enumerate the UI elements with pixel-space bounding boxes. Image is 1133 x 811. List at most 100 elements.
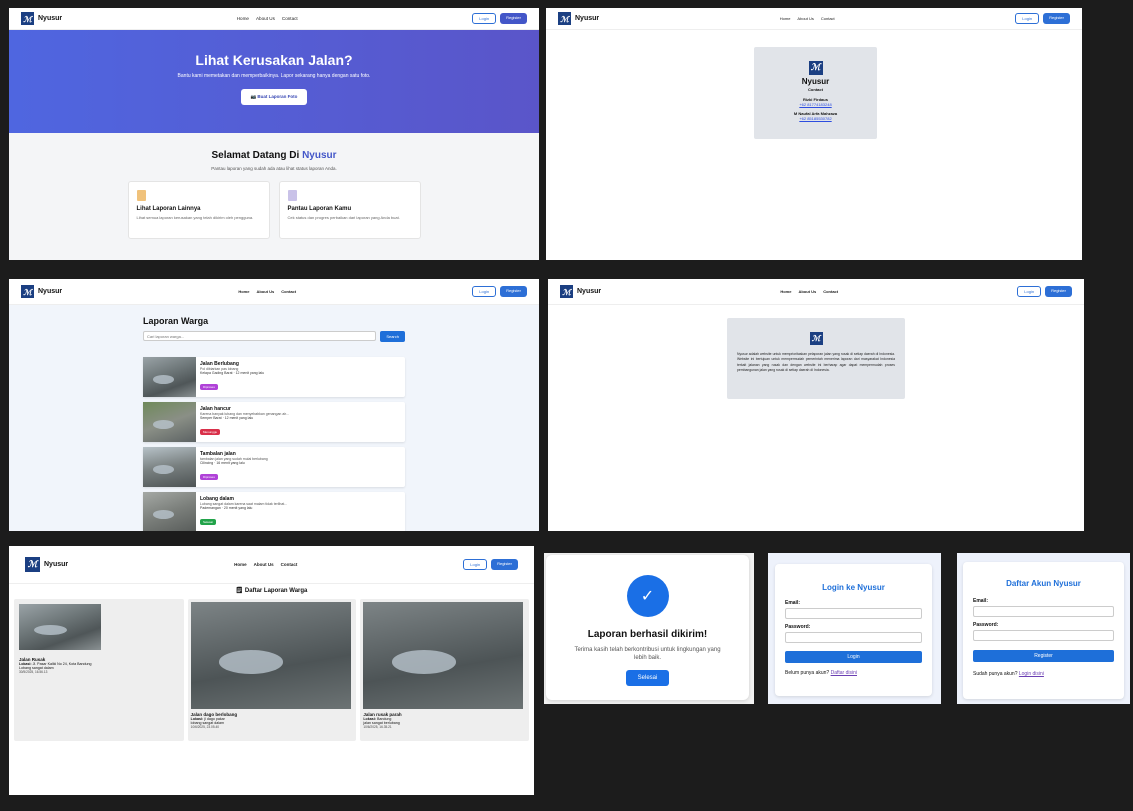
nav-contact[interactable]: Contact (823, 289, 838, 294)
login-button[interactable]: Login (472, 13, 497, 24)
nav-contact[interactable]: Contact (281, 562, 298, 567)
nav-home[interactable]: Home (780, 289, 791, 294)
password-field[interactable] (973, 630, 1114, 641)
register-button[interactable]: Register (491, 559, 518, 570)
reports-list-page-screenshot: ℳ Nyusur Home About Us Contact Login Registe… (9, 279, 539, 531)
brand-name: Nyusur (44, 561, 69, 568)
nyusur-logo-icon: ℳ (808, 61, 823, 75)
card-track-reports[interactable]: Pantau Laporan Kamu Cek status dan progr… (278, 181, 421, 239)
login-button[interactable]: Login (472, 286, 497, 297)
navbar: ℳ Nyusur Home About Us Contact Login Registe… (9, 279, 539, 305)
login-title: Login ke Nyusur (822, 583, 885, 592)
check-circle-icon: ✓ (626, 575, 669, 617)
item-location: Pademangan · 20 menit yang lalu (200, 506, 253, 510)
card-date: 30/5/2025, 16.56.13 (19, 670, 48, 674)
list-item[interactable]: Jalan Berlubang Pol dibiarkan pas lobang… (143, 357, 405, 397)
card-desc: Lihat semua laporan kerusakan yang telah… (136, 215, 254, 220)
register-footer: Sudah punya akun? Login disini (973, 671, 1044, 677)
welcome-subtitle: Pantau laporan yang sudah ada atau lihat… (211, 166, 337, 171)
brand[interactable]: ℳ Nyusur (560, 285, 601, 298)
nav-about[interactable]: About Us (256, 289, 274, 294)
nyusur-logo-icon: ℳ (21, 285, 34, 298)
nav-about[interactable]: About Us (254, 562, 274, 567)
nav-home[interactable]: Home (237, 16, 249, 21)
login-page-screenshot: Login ke Nyusur Email: Password: Login B… (768, 553, 941, 704)
page-title: 🗒 Daftar Laporan Warga (235, 588, 308, 594)
email-label: Email: (785, 600, 801, 606)
welcome-title: Selamat Datang Di Nyusur (211, 150, 337, 161)
nav-about[interactable]: About Us (798, 289, 816, 294)
contact-phone-link[interactable]: +62 85185530782 (754, 116, 877, 121)
register-title: Daftar Akun Nyusur (1006, 579, 1081, 588)
login-submit-button[interactable]: Login (785, 651, 922, 663)
status-badge: Selesai (200, 519, 216, 525)
status-badge: Menunggu (200, 429, 221, 435)
create-report-button[interactable]: 📷 Buat Laporan Foto (240, 88, 308, 105)
contact-page-screenshot: ℳ Nyusur Home About Us Contact Login Registe… (546, 8, 1082, 260)
register-button[interactable]: Register (500, 286, 527, 297)
login-link[interactable]: Login disini (1019, 671, 1044, 677)
nav-contact[interactable]: Contact (281, 289, 296, 294)
register-button[interactable]: Register (1043, 13, 1070, 24)
email-field[interactable] (785, 608, 922, 619)
report-list: Jalan Berlubang Pol dibiarkan pas lobang… (143, 357, 405, 531)
register-button[interactable]: Register (1045, 286, 1072, 297)
password-field[interactable] (785, 632, 922, 643)
nav-contact[interactable]: Contact (282, 16, 298, 21)
about-page-screenshot: ℳ Nyusur Home About Us Contact Login Registe… (548, 279, 1084, 531)
navbar: ℳ Nyusur Home About Us Contact Login Registe… (546, 8, 1082, 30)
login-button[interactable]: Login (463, 559, 488, 570)
nav-about[interactable]: About Us (256, 16, 275, 21)
report-card[interactable]: Jalan dago berlobang Lokasi: jl dago pak… (187, 599, 357, 741)
login-button[interactable]: Login (1015, 13, 1040, 24)
about-card: ℳ Nyusur adalah website untuk mempriorit… (727, 318, 905, 399)
done-button[interactable]: Selesai (625, 669, 670, 686)
register-link[interactable]: Daftar disini (831, 670, 857, 676)
hero-section: Lihat Kerusakan Jalan? Bantu kami memeta… (9, 30, 539, 133)
navbar: ℳ Nyusur Home About Us Contact Login Registe… (9, 546, 534, 584)
email-field[interactable] (973, 606, 1114, 617)
nav-home[interactable]: Home (238, 289, 249, 294)
report-card[interactable]: Jalan rusak parah Lokasi: Bandung jalan … (360, 599, 530, 741)
card-date: 10/6/2025, 16.35.21 (363, 725, 392, 729)
status-badge: Diproses (200, 474, 218, 480)
nav-about[interactable]: About Us (797, 16, 813, 21)
success-page-screenshot: ✓ Laporan berhasil dikirim! Terima kasih… (544, 553, 754, 704)
list-item[interactable]: Tambalan jalan tambalan jalan yang sudah… (143, 447, 405, 487)
brand[interactable]: ℳ Nyusur (558, 12, 599, 25)
register-submit-button[interactable]: Register (973, 650, 1114, 662)
search-button[interactable]: Search (380, 331, 405, 342)
list-item[interactable]: Jalan hancur Karena banyak lubang dan me… (143, 402, 405, 442)
nav-home[interactable]: Home (234, 562, 247, 567)
success-title: Laporan berhasil dikirim! (587, 629, 708, 640)
register-button[interactable]: Register (500, 13, 527, 24)
nyusur-logo-icon: ℳ (809, 331, 823, 345)
brand-name: Nyusur (38, 15, 63, 22)
contact-subtitle: Contact (808, 87, 823, 92)
card-title: Pantau Laporan Kamu (287, 206, 352, 212)
brand[interactable]: ℳ Nyusur (25, 557, 68, 572)
card-other-reports[interactable]: Lihat Laporan Lainnya Lihat semua lapora… (127, 181, 270, 239)
report-card[interactable]: Jalan Rusak Lokasi: Jl. Pasar Kaliki No … (14, 599, 184, 741)
nav-home[interactable]: Home (780, 16, 791, 21)
search-input[interactable] (143, 331, 377, 341)
nyusur-logo-icon: ℳ (558, 12, 571, 25)
register-page-screenshot: Daftar Akun Nyusur Email: Password: Regi… (957, 553, 1130, 704)
nav-contact[interactable]: Contact (821, 16, 835, 21)
item-location: Cilincing · 16 menit yang lalu (200, 461, 245, 465)
navbar: ℳ Nyusur Home About Us Contact Login Registe… (9, 8, 539, 30)
clipboard-icon (287, 190, 297, 201)
list-item[interactable]: Lobang dalam Lubang sangat dalam karena … (143, 492, 405, 531)
welcome-section: Selamat Datang Di Nyusur Pantau laporan … (9, 133, 539, 260)
card-title: Lihat Laporan Lainnya (136, 206, 201, 212)
brand-name: Nyusur (577, 288, 602, 295)
login-button[interactable]: Login (1017, 286, 1042, 297)
report-thumbnail (143, 492, 196, 531)
report-gallery-page-screenshot: ℳ Nyusur Home About Us Contact Login Registe… (9, 546, 534, 795)
contact-title: Nyusur (801, 77, 830, 86)
brand[interactable]: ℳ Nyusur (21, 285, 62, 298)
contact-phone-link[interactable]: +62 81774183248 (754, 102, 877, 107)
brand[interactable]: ℳ Nyusur (21, 12, 62, 25)
success-text: Terima kasih telah berkontribusi untuk l… (574, 647, 721, 662)
card-date: 10/6/2025, 23.05.40 (190, 725, 220, 729)
